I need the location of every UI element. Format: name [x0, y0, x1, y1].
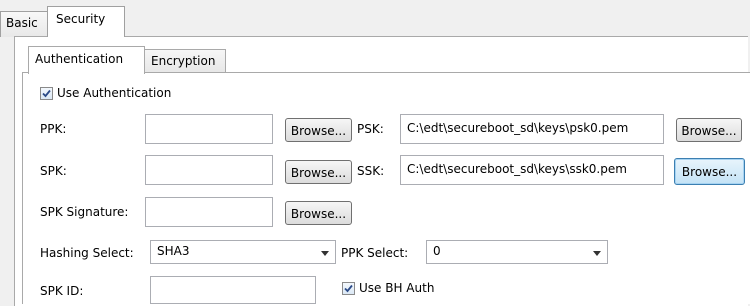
ppk-browse-button[interactable]: Browse...: [285, 118, 352, 142]
ppk-input[interactable]: [145, 114, 273, 144]
hashing-select-dropdown[interactable]: SHA3: [150, 240, 336, 264]
checkmark-icon: [42, 89, 51, 98]
checkmark-icon: [344, 284, 353, 293]
ppk-select-label: PPK Select:: [341, 246, 409, 260]
use-bh-auth-checkbox[interactable]: [342, 282, 355, 295]
chevron-down-icon: [321, 251, 329, 256]
ppk-label: PPK:: [40, 122, 67, 136]
use-authentication-label: Use Authentication: [57, 86, 172, 100]
hashing-select-label: Hashing Select:: [40, 246, 134, 260]
tab-authentication[interactable]: Authentication: [28, 46, 145, 74]
psk-browse-button[interactable]: Browse...: [676, 118, 742, 142]
tab-basic[interactable]: Basic: [0, 11, 48, 37]
use-authentication-checkbox[interactable]: [40, 87, 53, 100]
ssk-input[interactable]: C:\edt\secureboot_sd\keys\ssk0.pem: [400, 155, 664, 185]
authentication-panel: [22, 72, 750, 304]
tab-security-label: Security: [56, 12, 106, 26]
spk-signature-browse-button[interactable]: Browse...: [285, 201, 352, 225]
spk-label: SPK:: [40, 164, 67, 178]
ppk-select-value: 0: [433, 244, 441, 258]
tab-security[interactable]: Security: [47, 6, 125, 37]
ssk-browse-button[interactable]: Browse...: [674, 158, 745, 185]
hashing-select-value: SHA3: [157, 244, 190, 258]
spk-id-label: SPK ID:: [40, 284, 84, 298]
spk-signature-input[interactable]: [145, 197, 273, 227]
tab-basic-label: Basic: [6, 16, 38, 30]
ppk-select-dropdown[interactable]: 0: [426, 240, 608, 264]
tab-encryption-label: Encryption: [151, 54, 216, 68]
tab-authentication-label: Authentication: [35, 52, 124, 66]
spk-id-input[interactable]: [150, 276, 316, 304]
spk-signature-label: SPK Signature:: [40, 205, 129, 219]
spk-input[interactable]: [145, 155, 273, 185]
chevron-down-icon: [593, 251, 601, 256]
psk-input[interactable]: C:\edt\secureboot_sd\keys\psk0.pem: [400, 114, 664, 144]
use-bh-auth-label: Use BH Auth: [359, 281, 435, 295]
ssk-label: SSK:: [357, 164, 385, 178]
psk-label: PSK:: [357, 122, 384, 136]
tab-encryption[interactable]: Encryption: [144, 49, 226, 74]
spk-browse-button[interactable]: Browse...: [285, 160, 352, 184]
